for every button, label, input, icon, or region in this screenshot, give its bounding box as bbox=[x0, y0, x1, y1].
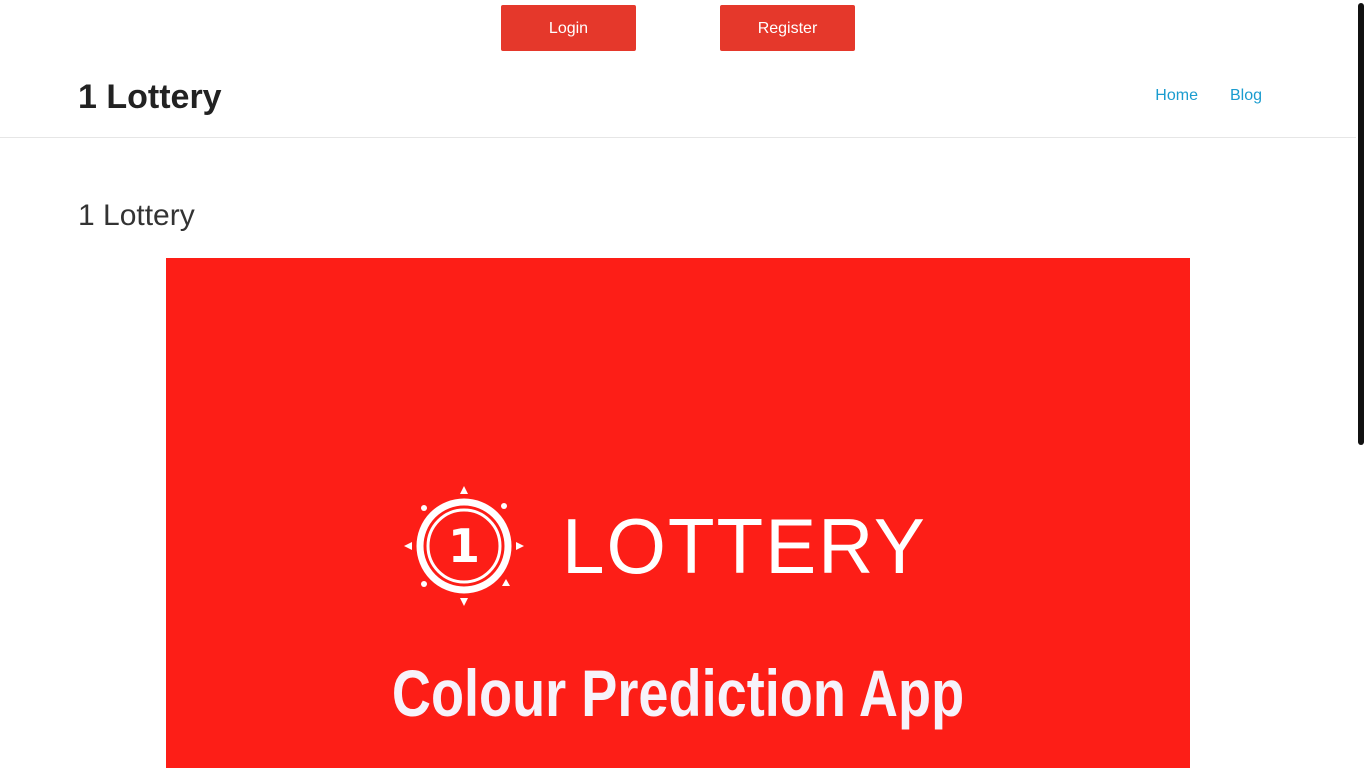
site-title[interactable]: 1 Lottery bbox=[78, 76, 222, 118]
page-heading: 1 Lottery bbox=[78, 199, 195, 232]
featured-banner-image: 1 LOTTERY Colour Prediction App bbox=[166, 258, 1190, 768]
main-nav: Home Blog bbox=[1155, 86, 1262, 106]
register-button[interactable]: Register bbox=[720, 5, 855, 51]
logo-number: 1 bbox=[448, 519, 480, 573]
login-button[interactable]: Login bbox=[501, 5, 636, 51]
scrollbar-thumb[interactable] bbox=[1358, 3, 1364, 445]
page: Login Register 1 Lottery Home Blog 1 Lot… bbox=[0, 0, 1366, 768]
lottery-ball-logo-icon: 1 bbox=[404, 486, 524, 606]
scrollbar[interactable] bbox=[1356, 0, 1366, 768]
nav-home-link[interactable]: Home bbox=[1155, 86, 1198, 106]
auth-bar: Login Register bbox=[0, 5, 1356, 51]
site-header: 1 Lottery Home Blog bbox=[0, 56, 1356, 138]
nav-blog-link[interactable]: Blog bbox=[1230, 86, 1262, 106]
banner-tagline: Colour Prediction App bbox=[391, 656, 965, 730]
banner-brand-text: LOTTERY bbox=[562, 502, 927, 590]
